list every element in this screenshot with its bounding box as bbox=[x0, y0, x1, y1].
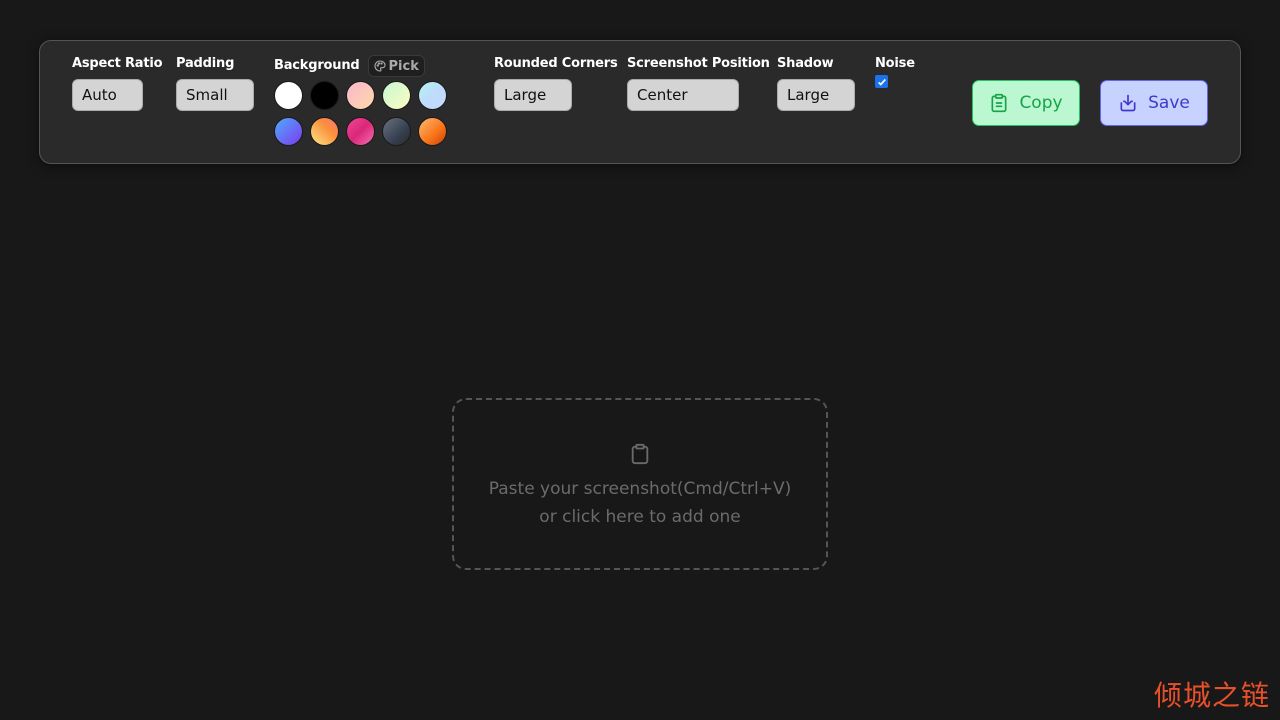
save-label: Save bbox=[1148, 93, 1190, 113]
copy-button[interactable]: Copy bbox=[972, 80, 1080, 126]
palette-icon bbox=[374, 60, 386, 72]
dropzone-line-1: Paste your screenshot(Cmd/Ctrl+V) bbox=[488, 479, 792, 499]
swatch-mint-yellow[interactable] bbox=[382, 81, 411, 110]
screenshot-position-select[interactable]: Center bbox=[627, 79, 739, 111]
swatch-white[interactable] bbox=[274, 81, 303, 110]
download-icon bbox=[1120, 94, 1136, 112]
toolbar: Aspect Ratio Auto Padding Small Backgrou… bbox=[39, 40, 1241, 164]
swatch-coral-yellow[interactable] bbox=[310, 117, 339, 146]
rounded-corners-label: Rounded Corners bbox=[494, 56, 618, 71]
screenshot-position-label: Screenshot Position bbox=[627, 56, 770, 71]
padding-label: Padding bbox=[176, 56, 235, 71]
paste-dropzone[interactable]: Paste your screenshot(Cmd/Ctrl+V) or cli… bbox=[452, 398, 828, 570]
watermark: 倾城之链 bbox=[1153, 679, 1270, 712]
swatch-graphite[interactable] bbox=[382, 117, 411, 146]
check-icon bbox=[877, 78, 886, 86]
clipboard-icon bbox=[631, 443, 649, 465]
swatch-orange[interactable] bbox=[418, 117, 447, 146]
rounded-corners-select[interactable]: Large bbox=[494, 79, 572, 111]
swatch-blue-violet[interactable] bbox=[274, 117, 303, 146]
background-label: Background bbox=[274, 58, 360, 73]
noise-group: Noise bbox=[875, 55, 915, 88]
swatch-aqua-blue[interactable] bbox=[418, 81, 447, 110]
dropzone-line-2: or click here to add one bbox=[539, 507, 741, 527]
shadow-select[interactable]: Large bbox=[777, 79, 855, 111]
noise-label: Noise bbox=[875, 56, 915, 71]
padding-group: Padding Small bbox=[176, 55, 254, 111]
swatch-magenta-pink[interactable] bbox=[346, 117, 375, 146]
noise-checkbox[interactable] bbox=[875, 75, 888, 88]
aspect-ratio-group: Aspect Ratio Auto bbox=[72, 55, 163, 111]
background-swatches bbox=[274, 81, 447, 146]
copy-label: Copy bbox=[1019, 93, 1063, 113]
rounded-corners-group: Rounded Corners Large bbox=[494, 55, 618, 111]
clipboard-icon bbox=[991, 93, 1007, 113]
padding-select[interactable]: Small bbox=[176, 79, 254, 111]
pick-color-button[interactable]: Pick bbox=[367, 55, 425, 77]
shadow-group: Shadow Large bbox=[777, 55, 855, 111]
background-group: Background Pick bbox=[274, 55, 447, 146]
aspect-ratio-select[interactable]: Auto bbox=[72, 79, 143, 111]
swatch-pink-peach[interactable] bbox=[346, 81, 375, 110]
screenshot-position-group: Screenshot Position Center bbox=[627, 55, 770, 111]
pick-label: Pick bbox=[388, 58, 419, 74]
swatch-black[interactable] bbox=[310, 81, 339, 110]
shadow-label: Shadow bbox=[777, 56, 834, 71]
save-button[interactable]: Save bbox=[1100, 80, 1208, 126]
aspect-ratio-label: Aspect Ratio bbox=[72, 56, 163, 71]
